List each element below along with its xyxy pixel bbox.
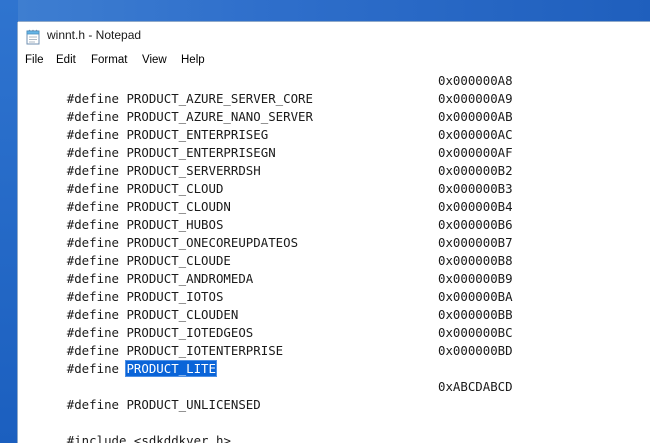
menu-view[interactable]: View <box>142 54 167 66</box>
notepad-window: winnt.h - Notepad File Edit Format View … <box>18 22 650 443</box>
text-selection[interactable]: PRODUCT_LITE <box>125 360 217 377</box>
menu-edit[interactable]: Edit <box>56 54 76 66</box>
code-line: #define PRODUCT_ANDROMEDA 0x000000B8 <box>22 252 513 286</box>
code-line: #define PRODUCT_CLOUDN 0x000000B3 <box>22 180 513 214</box>
code-line-include: #include <sdkddkver.h> <box>22 414 231 443</box>
title-bar[interactable]: winnt.h - Notepad <box>18 22 650 51</box>
code-line: #define PRODUCT_UNLICENSED 0xABCDABCD <box>22 378 513 412</box>
macro-value: 0x000000A8 <box>438 73 513 88</box>
code-line: #define PRODUCT_ENTERPRISEG 0x000000AB <box>22 108 513 142</box>
code-line: #define PRODUCT_CLOUDE 0x000000B7 <box>22 234 513 268</box>
macro-value: 0x000000BB <box>438 307 513 322</box>
code-line: #define PRODUCT_AZURE_NANO_SERVER 0x00000… <box>22 90 513 124</box>
code-line: #define PRODUCT_CLOUDEN 0x000000BA <box>22 288 513 322</box>
macro-value: 0x000000BC <box>438 325 513 340</box>
code-line: #define PRODUCT_IOTENTERPRISE 0x000000BC <box>22 324 513 358</box>
menu-file[interactable]: File <box>25 54 44 66</box>
macro-value: 0x000000BA <box>438 289 513 304</box>
menu-help[interactable]: Help <box>181 54 205 66</box>
desktop-background <box>0 0 650 22</box>
code-line-selected: #define PRODUCT_LITE 0x000000BD <box>22 342 513 377</box>
code-line: #define PRODUCT_SERVERRDSH 0x000000AF <box>22 144 513 178</box>
macro-value: 0x000000B2 <box>438 163 513 178</box>
text-editor[interactable]: #define PRODUCT_AZURE_SERVER_CORE 0x00000… <box>18 72 650 443</box>
code-line: #define PRODUCT_CLOUD 0x000000B2 <box>22 162 513 196</box>
notepad-icon <box>26 29 40 45</box>
macro-value: 0xABCDABCD <box>438 379 513 394</box>
macro-value: 0x000000A9 <box>438 91 513 106</box>
macro-value: 0x000000B4 <box>438 199 513 214</box>
code-line: #define PRODUCT_AZURE_SERVER_CORE 0x00000… <box>22 72 513 106</box>
macro-value: 0x000000B9 <box>438 271 513 286</box>
directive: #define <box>66 397 119 412</box>
macro-value: 0x000000AC <box>438 127 513 142</box>
directive: #include <box>66 433 127 443</box>
macro-value: 0x000000B6 <box>438 217 513 232</box>
code-line: #define PRODUCT_ONECOREUPDATEOS 0x000000B… <box>22 216 513 250</box>
macro-value: 0x000000B7 <box>438 235 513 250</box>
menu-bar: File Edit Format View Help <box>18 51 650 71</box>
code-line: #define PRODUCT_HUBOS 0x000000B4 <box>22 198 513 232</box>
menu-format[interactable]: Format <box>91 54 127 66</box>
desktop-background-left <box>0 0 18 443</box>
macro-name: PRODUCT_UNLICENSED <box>126 397 261 412</box>
macro-value: 0x000000BD <box>438 343 513 358</box>
window-title: winnt.h - Notepad <box>47 28 142 42</box>
code-line: #define PRODUCT_ENTERPRISEGN 0x000000AC <box>22 126 513 160</box>
macro-value: 0x000000AB <box>438 109 513 124</box>
code-line: #define PRODUCT_IOTEDGEOS 0x000000BB <box>22 306 513 340</box>
code-line: #define PRODUCT_IOTOS 0x000000B9 <box>22 270 513 304</box>
directive: #define <box>66 361 119 376</box>
macro-value: 0x000000B8 <box>438 253 513 268</box>
macro-value: 0x000000B3 <box>438 181 513 196</box>
macro-value: 0x000000AF <box>438 145 513 160</box>
include-file: <sdkddkver.h> <box>133 433 231 443</box>
